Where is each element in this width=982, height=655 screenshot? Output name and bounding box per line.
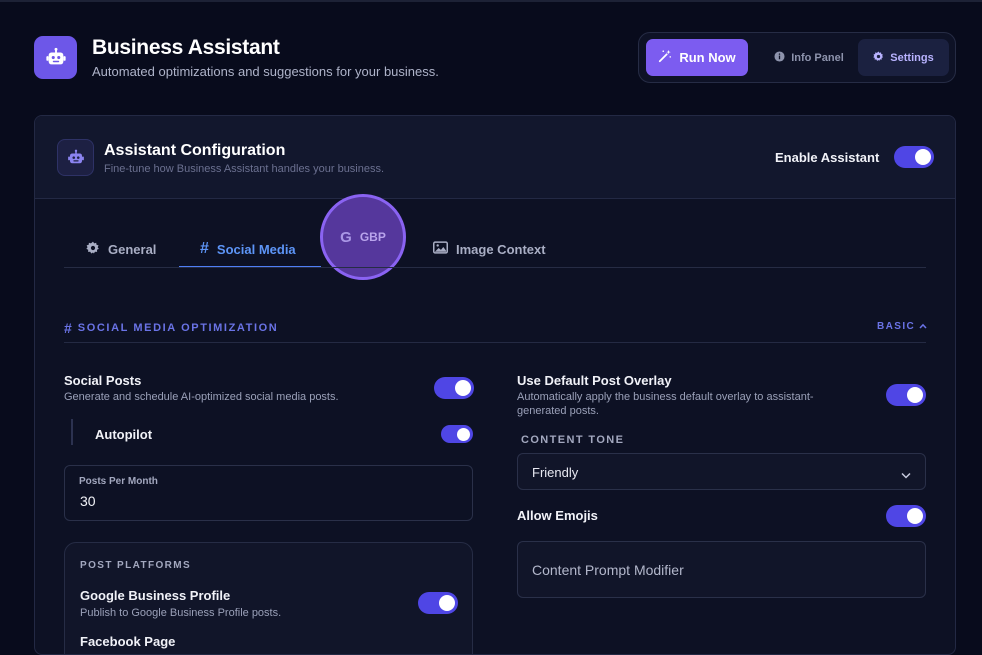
posts-per-month-field[interactable]: Posts Per Month 30 <box>64 465 473 521</box>
tabs-divider <box>64 267 926 268</box>
info-icon <box>774 50 785 65</box>
settings-label: Settings <box>890 51 934 64</box>
page-subtitle: Automated optimizations and suggestions … <box>92 64 439 79</box>
tab-gbp-label: GBP <box>359 230 386 244</box>
info-panel-label: Info Panel <box>791 51 844 64</box>
content-prompt-modifier-input[interactable]: Content Prompt Modifier <box>517 541 926 598</box>
config-title: Assistant Configuration <box>104 142 286 159</box>
content-tone-value: Friendly <box>532 465 579 480</box>
card-header: Assistant Configuration Fine-tune how Bu… <box>35 116 955 199</box>
page-title: Business Assistant <box>92 36 280 59</box>
default-overlay-toggle[interactable] <box>886 384 926 406</box>
chevron-up-icon <box>919 321 927 332</box>
section-title: # SOCIAL MEDIA OPTIMIZATION <box>64 320 278 336</box>
run-now-label: Run Now <box>679 50 736 65</box>
next-platform-label: Facebook Page <box>80 634 176 649</box>
gear-icon <box>86 241 100 258</box>
robot-icon <box>57 139 94 176</box>
hash-icon: # <box>64 320 72 336</box>
default-overlay-description: Automatically apply the business default… <box>517 391 814 417</box>
section-divider <box>64 342 926 343</box>
tab-image-context[interactable]: Image Context <box>433 233 546 265</box>
assistant-configuration-card: Assistant Configuration Fine-tune how Bu… <box>34 115 956 655</box>
autopilot-label: Autopilot <box>95 427 153 442</box>
content-prompt-placeholder: Content Prompt Modifier <box>532 562 684 578</box>
tab-social-media-label: Social Media <box>216 241 296 257</box>
header-actions: Run Now Info Panel Settings <box>638 32 956 83</box>
tab-general-label: General <box>108 241 157 257</box>
chevron-down-icon <box>901 466 911 484</box>
posts-per-month-value[interactable]: 30 <box>80 493 96 509</box>
robot-icon <box>34 36 77 79</box>
post-platforms-title: POST PLATFORMS <box>80 560 192 571</box>
mode-toggle-basic[interactable]: BASIC <box>877 321 927 332</box>
gbp-platform-toggle[interactable] <box>418 592 458 614</box>
posts-per-month-label: Posts Per Month <box>79 476 158 487</box>
autopilot-toggle[interactable] <box>441 425 473 443</box>
tab-social-media[interactable]: # Social Media <box>200 233 296 265</box>
run-now-button[interactable]: Run Now <box>646 39 748 76</box>
config-subtitle: Fine-tune how Business Assistant handles… <box>104 163 385 175</box>
content-tone-select[interactable]: Friendly <box>517 453 926 490</box>
default-overlay-label: Use Default Post Overlay <box>517 373 672 388</box>
hash-icon: # <box>200 240 209 257</box>
info-panel-button[interactable]: Info Panel <box>759 39 859 76</box>
window-top-border <box>0 0 982 2</box>
gbp-platform-label: Google Business Profile <box>80 588 231 603</box>
gbp-platform-description: Publish to Google Business Profile posts… <box>80 607 282 619</box>
google-icon: G <box>340 228 352 246</box>
social-posts-label: Social Posts <box>64 373 142 388</box>
allow-emojis-label: Allow Emojis <box>517 508 598 523</box>
settings-button[interactable]: Settings <box>858 39 949 76</box>
tab-general[interactable]: General <box>86 233 156 265</box>
image-icon <box>433 241 448 257</box>
allow-emojis-toggle[interactable] <box>886 505 926 527</box>
enable-assistant-toggle[interactable] <box>894 146 934 168</box>
autopilot-indent-bar <box>71 419 73 445</box>
social-posts-toggle[interactable] <box>434 377 474 399</box>
content-tone-label: CONTENT TONE <box>521 434 625 446</box>
section-title-label: SOCIAL MEDIA OPTIMIZATION <box>77 322 279 334</box>
gear-icon <box>873 50 884 65</box>
magic-wand-icon <box>658 49 672 66</box>
tab-image-context-label: Image Context <box>456 241 546 257</box>
mode-label: BASIC <box>877 321 916 332</box>
social-posts-description: Generate and schedule AI-optimized socia… <box>64 391 339 403</box>
post-platforms-panel: POST PLATFORMS Google Business Profile P… <box>64 542 473 654</box>
enable-assistant-label: Enable Assistant <box>775 150 880 165</box>
